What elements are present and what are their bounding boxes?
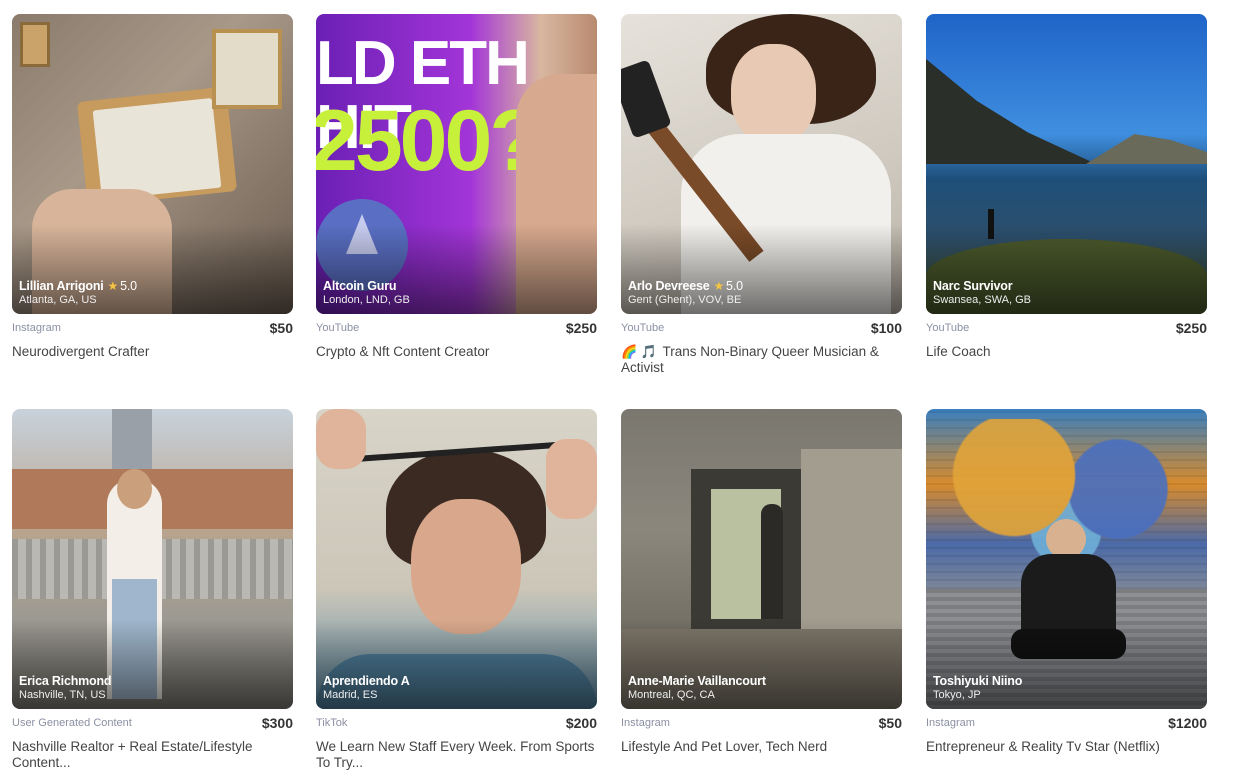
creator-name: Lillian Arrigoni: [19, 279, 104, 293]
creator-location: Montreal, QC, CA: [628, 689, 715, 701]
creator-card[interactable]: LD ETH HIT 2500? Altcoin Guru London, LN…: [316, 14, 597, 394]
creator-card[interactable]: Erica Richmond Nashville, TN, US User Ge…: [12, 409, 293, 774]
creator-name: Erica Richmond: [19, 674, 112, 688]
creator-title[interactable]: We Learn New Staff Every Week. From Spor…: [316, 739, 597, 771]
star-icon: ★: [713, 279, 725, 293]
platform-label: YouTube: [316, 322, 360, 334]
creator-title[interactable]: Life Coach: [926, 344, 1207, 360]
price: $200: [565, 715, 597, 731]
creator-card[interactable]: Anne-Marie Vaillancourt Montreal, QC, CA…: [621, 409, 902, 774]
creator-card[interactable]: Arlo Devreese ★ 5.0 Gent (Ghent), VOV, BE…: [621, 14, 902, 394]
platform-label: YouTube: [621, 322, 665, 334]
creator-title[interactable]: Lifestyle And Pet Lover, Tech Nerd: [621, 739, 902, 755]
creator-title[interactable]: Neurodivergent Crafter: [12, 344, 293, 360]
creator-title[interactable]: Crypto & Nft Content Creator: [316, 344, 597, 360]
rating-value: 5.0: [120, 279, 137, 293]
rating: ★ 5.0: [107, 279, 138, 293]
creator-thumbnail[interactable]: Narc Survivor Swansea, SWA, GB: [926, 14, 1207, 314]
star-icon: ★: [107, 279, 119, 293]
creator-name: Aprendiendo A: [323, 674, 410, 688]
creator-card[interactable]: Lillian Arrigoni ★ 5.0 Atlanta, GA, US In…: [12, 14, 293, 394]
platform-label: Instagram: [926, 717, 975, 729]
platform-label: TikTok: [316, 717, 348, 729]
creator-location: Tokyo, JP: [933, 689, 981, 701]
price: $250: [1175, 320, 1207, 336]
price: $50: [878, 715, 902, 731]
creator-name: Altcoin Guru: [323, 279, 397, 293]
creator-name: Arlo Devreese: [628, 279, 710, 293]
creator-location: Madrid, ES: [323, 689, 378, 701]
creator-title[interactable]: Entrepreneur & Reality Tv Star (Netflix): [926, 739, 1207, 755]
creator-location: Nashville, TN, US: [19, 689, 106, 701]
price: $250: [565, 320, 597, 336]
creator-thumbnail[interactable]: Erica Richmond Nashville, TN, US: [12, 409, 293, 709]
creator-title[interactable]: 🌈 🎵 Trans Non-Binary Queer Musician & Ac…: [621, 344, 902, 376]
creator-thumbnail[interactable]: Toshiyuki Niino Tokyo, JP: [926, 409, 1207, 709]
creator-name: Narc Survivor: [933, 279, 1013, 293]
creator-thumbnail[interactable]: Aprendiendo A Madrid, ES: [316, 409, 597, 709]
creator-card[interactable]: Aprendiendo A Madrid, ES TikTok $200 We …: [316, 409, 597, 774]
platform-label: Instagram: [12, 322, 61, 334]
platform-label: YouTube: [926, 322, 970, 334]
creator-thumbnail[interactable]: Lillian Arrigoni ★ 5.0 Atlanta, GA, US: [12, 14, 293, 314]
creator-thumbnail[interactable]: Arlo Devreese ★ 5.0 Gent (Ghent), VOV, BE: [621, 14, 902, 314]
price: $1200: [1168, 715, 1207, 731]
creator-location: London, LND, GB: [323, 294, 410, 306]
thumbnail-text-line-2: 2500?: [316, 93, 542, 189]
platform-label: User Generated Content: [12, 717, 132, 729]
creator-location: Swansea, SWA, GB: [933, 294, 1032, 306]
creator-thumbnail[interactable]: Anne-Marie Vaillancourt Montreal, QC, CA: [621, 409, 902, 709]
creator-name: Anne-Marie Vaillancourt: [628, 674, 766, 688]
platform-label: Instagram: [621, 717, 670, 729]
rating-value: 5.0: [726, 279, 743, 293]
rainbow-music-emoji: 🌈 🎵: [621, 344, 657, 359]
price: $100: [870, 320, 902, 336]
creator-thumbnail[interactable]: LD ETH HIT 2500? Altcoin Guru London, LN…: [316, 14, 597, 314]
creator-card[interactable]: Toshiyuki Niino Tokyo, JP Instagram $120…: [926, 409, 1207, 774]
rating: ★ 5.0: [713, 279, 743, 293]
creator-title-text: Trans Non-Binary Queer Musician & Activi…: [621, 344, 879, 375]
creator-card[interactable]: Narc Survivor Swansea, SWA, GB YouTube $…: [926, 14, 1207, 394]
creator-name: Toshiyuki Niino: [933, 674, 1023, 688]
price: $300: [261, 715, 293, 731]
creator-location: Atlanta, GA, US: [19, 294, 97, 306]
creator-location: Gent (Ghent), VOV, BE: [628, 294, 742, 306]
creator-title[interactable]: Nashville Realtor + Real Estate/Lifestyl…: [12, 739, 293, 771]
price: $50: [269, 320, 293, 336]
